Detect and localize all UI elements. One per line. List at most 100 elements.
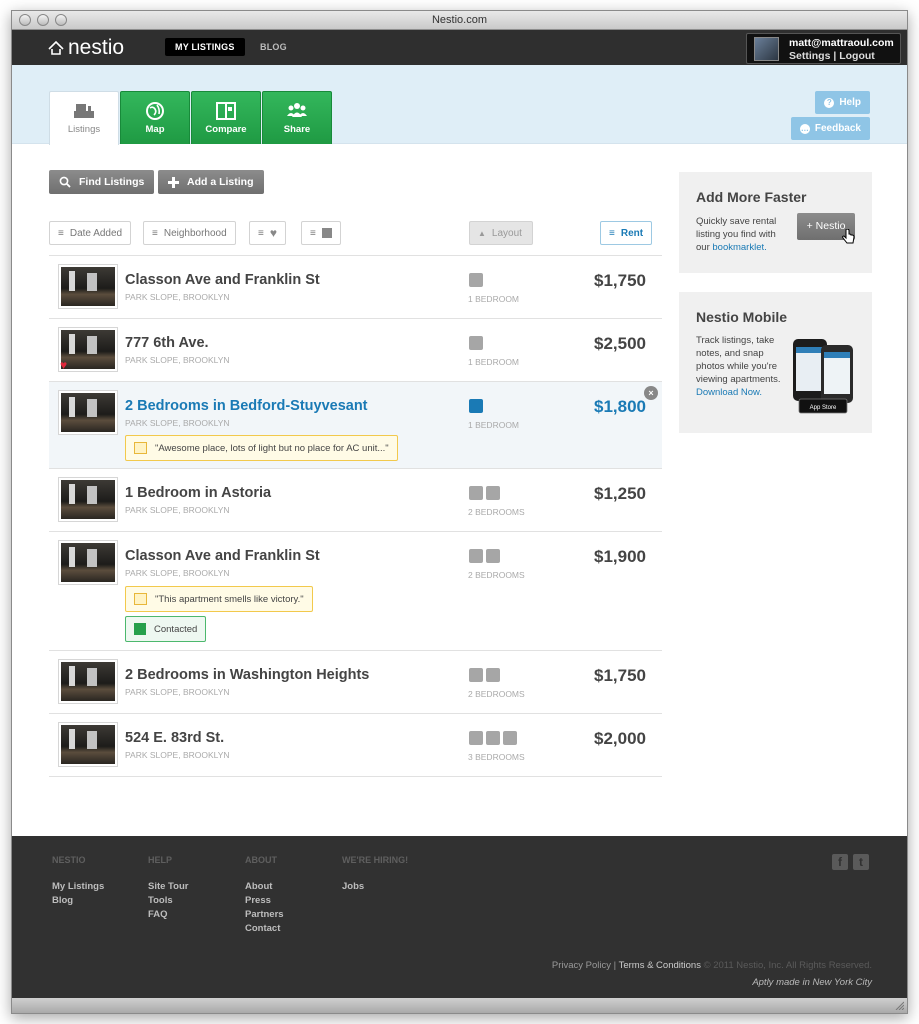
bed-icon [503, 731, 517, 745]
listing-price: $1,800 [594, 397, 646, 416]
bed-icon [486, 486, 500, 500]
footer-link[interactable]: Site Tour [148, 880, 188, 894]
find-listings-button[interactable]: Find Listings [49, 170, 155, 194]
panel-text-line: photos while you're [696, 361, 778, 372]
bookmarklet-link[interactable]: bookmarklet. [712, 242, 766, 253]
panel-title: Nestio Mobile [696, 309, 788, 325]
listing-thumbnail[interactable] [58, 264, 118, 309]
listing-photo [61, 543, 115, 582]
speech-bubble-icon: … [799, 123, 810, 134]
tab-share[interactable]: Share [262, 91, 332, 144]
favorite-heart-icon[interactable]: ♥ [60, 359, 67, 371]
sort-date-added[interactable]: ≡ Date Added [49, 221, 132, 245]
listing-title[interactable]: 777 6th Ave. [125, 335, 209, 351]
sort-lines-icon: ≡ [609, 227, 615, 239]
listing-note[interactable]: "Awesome place, lots of light but no pla… [125, 435, 398, 461]
listing-neighborhood: PARK SLOPE, BROOKLYN [125, 687, 230, 697]
add-more-faster-panel: Add More Faster Quickly save rental list… [679, 172, 872, 273]
listing-row[interactable]: 524 E. 83rd St. PARK SLOPE, BROOKLYN 3 B… [49, 713, 662, 776]
listing-thumbnail[interactable]: ♥ [58, 327, 118, 372]
listing-title[interactable]: 1 Bedroom in Astoria [125, 485, 271, 501]
footer-link[interactable]: Blog [52, 894, 104, 908]
panel-text: Quickly save rental listing you find wit… [696, 215, 776, 254]
footer-heading: ABOUT [245, 855, 277, 865]
listing-row[interactable]: ♥ 777 6th Ave. PARK SLOPE, BROOKLYN 1 BE… [49, 318, 662, 381]
twitter-icon[interactable]: t [853, 854, 869, 870]
listing-title[interactable]: Classon Ave and Franklin St [125, 548, 320, 564]
logout-link[interactable]: Logout [839, 50, 875, 62]
footer-link[interactable]: Contact [245, 922, 284, 936]
listing-row[interactable]: Classon Ave and Franklin St PARK SLOPE, … [49, 255, 662, 318]
listing-title[interactable]: 2 Bedrooms in Bedford-Stuyvesant [125, 398, 368, 414]
listing-thumbnail[interactable] [58, 390, 118, 435]
tab-compare-label: Compare [205, 124, 247, 135]
footer-link[interactable]: Tools [148, 894, 188, 908]
listing-row[interactable]: 1 Bedroom in Astoria PARK SLOPE, BROOKLY… [49, 468, 662, 531]
avatar[interactable] [754, 37, 779, 61]
listing-photo [61, 725, 115, 764]
download-now-link[interactable]: Download Now. [696, 387, 762, 398]
listing-row[interactable]: 2 Bedrooms in Washington Heights PARK SL… [49, 650, 662, 713]
remove-listing-close-icon[interactable]: × [644, 386, 658, 400]
footer-link[interactable]: About [245, 880, 284, 894]
listing-price: $1,750 [594, 666, 646, 685]
sort-neighborhood[interactable]: ≡ Neighborhood [143, 221, 236, 245]
footer-heading: HELP [148, 855, 173, 865]
nestio-logo[interactable]: nestio [47, 36, 124, 60]
people-icon [287, 103, 307, 117]
listing-title[interactable]: Classon Ave and Franklin St [125, 272, 320, 288]
sort-rent-label: Rent [620, 227, 644, 239]
listing-price: $2,500 [594, 334, 646, 353]
help-button[interactable]: ? Help [815, 91, 870, 114]
footer-link[interactable]: FAQ [148, 908, 188, 922]
logo-text: nestio [68, 36, 125, 59]
privacy-policy-link[interactable]: Privacy Policy [552, 960, 611, 971]
footer-link[interactable]: Jobs [342, 880, 364, 894]
nav-blog[interactable]: BLOG [250, 38, 297, 56]
footer-link[interactable]: Press [245, 894, 284, 908]
bed-icon [486, 731, 500, 745]
listing-title[interactable]: 2 Bedrooms in Washington Heights [125, 667, 369, 683]
tab-compare[interactable]: Compare [191, 91, 261, 144]
listing-row[interactable]: Classon Ave and Franklin St PARK SLOPE, … [49, 531, 662, 650]
nav-my-listings[interactable]: MY LISTINGS [165, 38, 245, 56]
footer-link[interactable]: Partners [245, 908, 284, 922]
contacted-icon [134, 623, 146, 635]
listing-thumbnail[interactable] [58, 722, 118, 767]
iphone-app-icon[interactable]: App Store [791, 337, 855, 415]
listing-row-selected[interactable]: 2 Bedrooms in Bedford-Stuyvesant PARK SL… [49, 381, 662, 468]
sort-contacted[interactable]: ≡ [301, 221, 341, 245]
sort-favorites[interactable]: ≡ ♥ [249, 221, 286, 245]
terms-link[interactable]: Terms & Conditions [619, 960, 701, 971]
footer-heading: NESTIO [52, 855, 86, 865]
contacted-badge[interactable]: Contacted [125, 616, 207, 642]
feedback-button[interactable]: … Feedback [790, 117, 870, 140]
add-listing-button[interactable]: Add a Listing [158, 170, 264, 194]
listing-neighborhood: PARK SLOPE, BROOKLYN [125, 568, 230, 578]
listing-thumbnail[interactable] [58, 540, 118, 585]
sort-rent[interactable]: ≡ Rent [600, 221, 652, 245]
resize-grip-icon[interactable] [894, 1000, 904, 1010]
listing-note[interactable]: "This apartment smells like victory." [125, 586, 313, 612]
heart-icon: ♥ [269, 226, 277, 240]
feedback-label: Feedback [814, 123, 861, 134]
settings-link[interactable]: Settings [789, 50, 830, 62]
bedroom-icons [469, 731, 517, 745]
tab-listings[interactable]: Listings [49, 91, 119, 145]
listing-neighborhood: PARK SLOPE, BROOKLYN [125, 292, 230, 302]
bed-icon [486, 668, 500, 682]
facebook-icon[interactable]: f [832, 854, 848, 870]
bed-icon [469, 486, 483, 500]
listing-title[interactable]: 524 E. 83rd St. [125, 730, 224, 746]
bedroom-label: 2 BEDROOMS [468, 570, 525, 580]
sort-layout[interactable]: ▲ Layout [469, 221, 533, 245]
tab-map[interactable]: Map [120, 91, 190, 144]
listing-thumbnail[interactable] [58, 659, 118, 704]
panel-text-line: listing you find with [696, 229, 776, 240]
footer-link[interactable]: My Listings [52, 880, 104, 894]
nestio-mobile-panel: Nestio Mobile Track listings, take notes… [679, 292, 872, 433]
listing-thumbnail[interactable] [58, 477, 118, 522]
listing-neighborhood: PARK SLOPE, BROOKLYN [125, 418, 230, 428]
listing-neighborhood: PARK SLOPE, BROOKLYN [125, 355, 230, 365]
bed-icon [469, 336, 483, 350]
